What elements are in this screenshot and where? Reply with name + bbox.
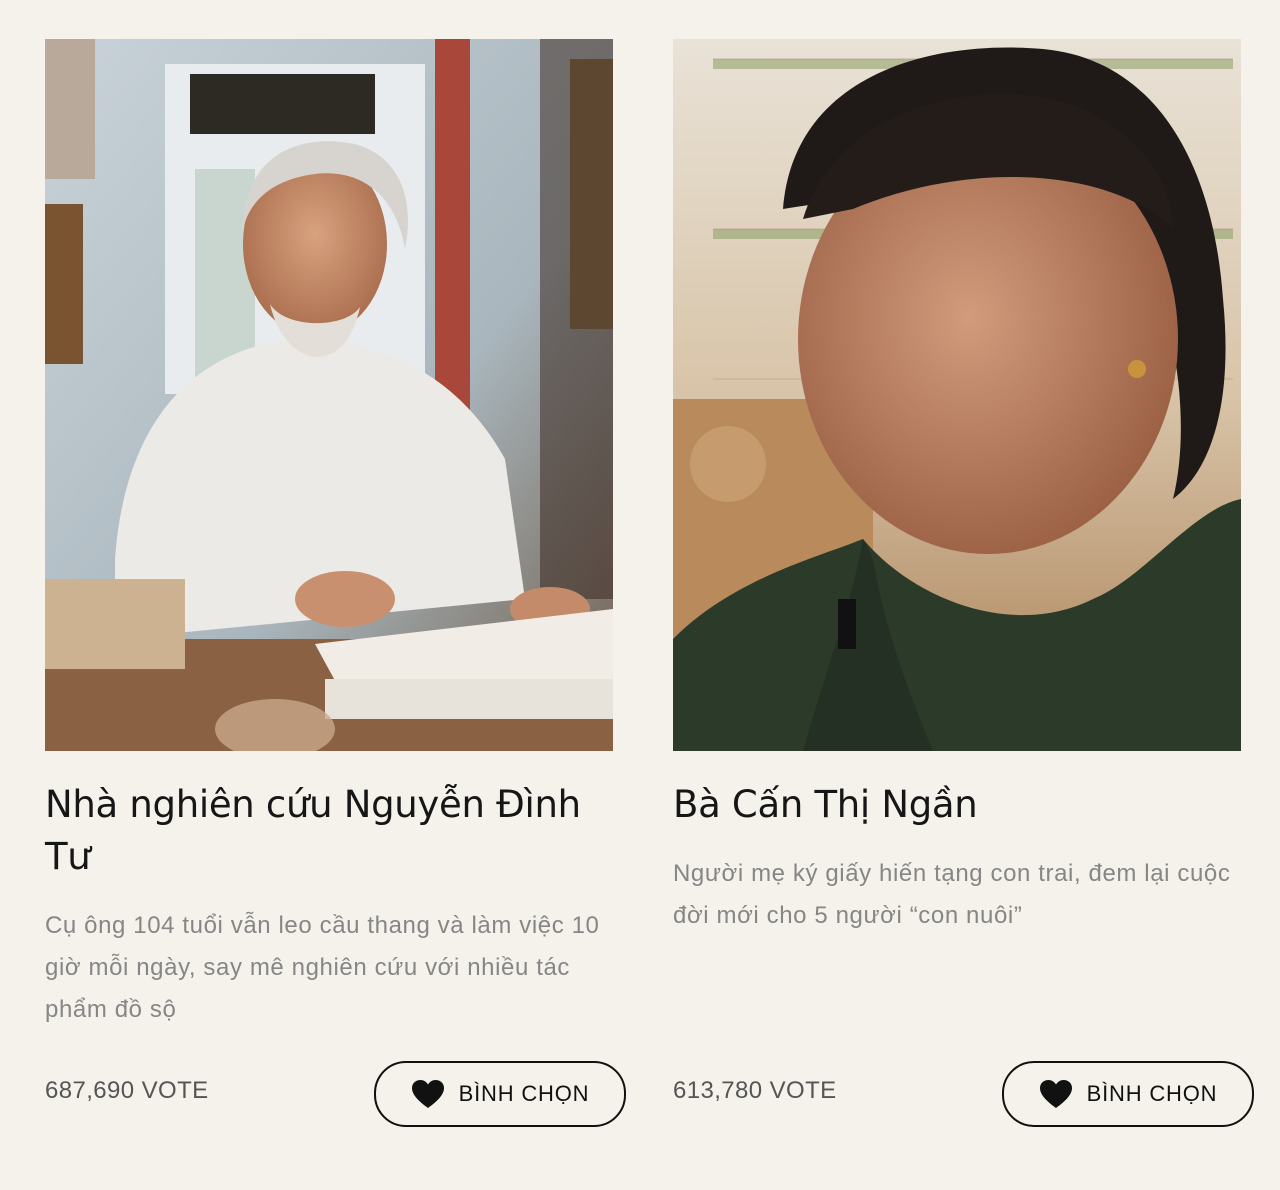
portrait-image: [673, 39, 1241, 751]
candidate-photo[interactable]: [673, 39, 1241, 751]
candidate-name[interactable]: Bà Cấn Thị Ngần: [673, 779, 1241, 831]
vote-count: 687,690 VOTE: [45, 1077, 209, 1104]
candidate-name[interactable]: Nhà nghiên cứu Nguyễn Đình Tư: [45, 779, 613, 883]
candidate-description: Người mẹ ký giấy hiến tạng con trai, đem…: [673, 860, 1231, 929]
vote-count: 613,780 VOTE: [673, 1077, 837, 1104]
vote-button[interactable]: BÌNH CHỌN: [374, 1061, 626, 1127]
portrait-image: [45, 39, 613, 751]
candidate-card: Bà Cấn Thị Ngần Người mẹ ký giấy hiến tạ…: [673, 39, 1254, 1139]
heart-icon: [1039, 1080, 1072, 1108]
heart-icon: [411, 1080, 444, 1108]
candidate-card: Nhà nghiên cứu Nguyễn Đình Tư Cụ ông 104…: [45, 39, 626, 1139]
vote-button[interactable]: BÌNH CHỌN: [1002, 1061, 1254, 1127]
candidate-description: Cụ ông 104 tuổi vẫn leo cầu thang và làm…: [45, 912, 600, 1023]
vote-button-label: BÌNH CHỌN: [458, 1081, 590, 1106]
candidate-photo[interactable]: [45, 39, 613, 751]
vote-button-label: BÌNH CHỌN: [1086, 1081, 1218, 1106]
